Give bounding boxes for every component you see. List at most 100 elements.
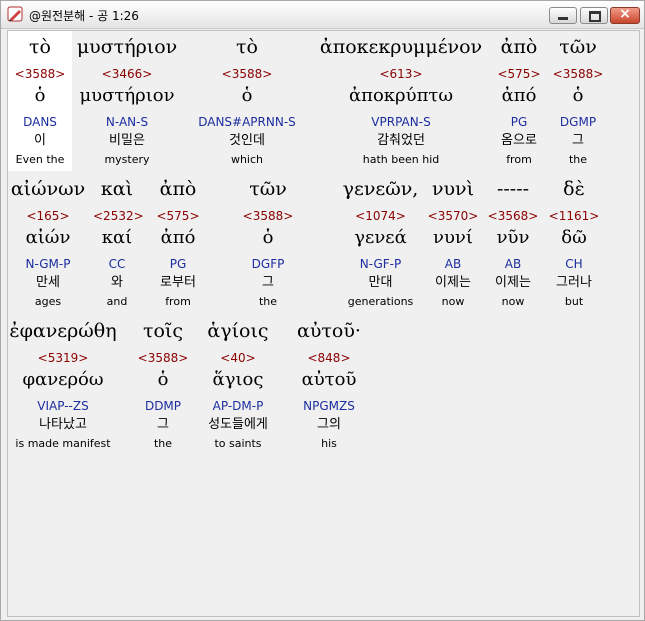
- korean-gloss: 감춰었던: [377, 133, 425, 148]
- strong-number: <848>: [307, 351, 351, 365]
- english-gloss: from: [506, 153, 532, 166]
- word-cell[interactable]: ----- <3568> νῦν AB 이제는 now: [478, 177, 548, 313]
- english-gloss: now: [501, 295, 525, 308]
- greek-word: αὐτοῦ·: [297, 320, 361, 342]
- lemma: φανερόω: [22, 369, 104, 390]
- word-cell[interactable]: τὸ <3588> ὁ DANS#APRNN-S 것인데 which: [188, 35, 306, 171]
- lemma: ἀπό: [501, 85, 537, 106]
- strong-number: <575>: [156, 209, 200, 223]
- word-cell[interactable]: αἰώνων <165> αἰών N-GM-P 만세 ages: [8, 177, 88, 313]
- word-cell[interactable]: τῶν <3588> ὁ DGMP 그 the: [548, 35, 608, 171]
- greek-word: ἀποκεκρυμμένον: [319, 36, 483, 58]
- strong-number: <575>: [497, 67, 541, 81]
- english-gloss: but: [564, 295, 584, 308]
- greek-word: ἀπὸ: [159, 178, 197, 200]
- greek-word: μυστήριον: [76, 36, 178, 58]
- english-gloss: Even the: [15, 153, 65, 166]
- word-cell[interactable]: ἀπὸ <575> ἀπό PG 로부터 from: [148, 177, 208, 313]
- parsing-code: DGMP: [559, 115, 597, 129]
- english-gloss: and: [106, 295, 128, 308]
- korean-gloss: 그: [157, 417, 169, 432]
- word-cell[interactable]: ἐφανερώθη <5319> φανερόω VIAP--ZS 나타났고 is mad…: [8, 319, 118, 455]
- english-gloss: the: [153, 437, 173, 450]
- close-icon: ×: [619, 6, 631, 22]
- english-gloss: hath been hid: [362, 153, 440, 166]
- parsing-code: NPGMZS: [303, 399, 355, 413]
- lemma: ὁ: [262, 227, 274, 248]
- korean-gloss: 나타났고: [39, 417, 87, 432]
- greek-word: τῶν: [559, 36, 597, 58]
- maximize-button[interactable]: [580, 7, 608, 24]
- greek-word: -----: [496, 178, 530, 200]
- parsing-code: VIAP--ZS: [37, 399, 89, 413]
- greek-word: ἁγίοις: [207, 320, 269, 342]
- parsing-code: CH: [565, 257, 583, 271]
- lemma: ὁ: [241, 85, 253, 106]
- greek-word: αἰώνων: [10, 178, 86, 200]
- korean-gloss: 이: [34, 133, 46, 148]
- english-gloss: to saints: [214, 437, 262, 450]
- english-gloss: which: [230, 153, 264, 166]
- word-cell[interactable]: ἁγίοις <40> ἅγιος AP-DM-P 성도들에게 to saints: [188, 319, 288, 455]
- title-bar[interactable]: @원전분해 - 공 1:26 ×: [1, 1, 644, 29]
- lemma: ὁ: [572, 85, 584, 106]
- lemma: ἅγιος: [212, 369, 264, 390]
- greek-word: τοῖς: [142, 320, 184, 342]
- korean-gloss: 비밀은: [109, 133, 145, 148]
- parsing-code: AB: [504, 257, 522, 271]
- english-gloss: from: [165, 295, 191, 308]
- greek-word: τὸ: [29, 36, 51, 58]
- strong-number: <613>: [379, 67, 423, 81]
- parsing-code: DGFP: [251, 257, 285, 271]
- lemma: αὐτοῦ: [301, 369, 357, 390]
- pencil-icon: [7, 6, 23, 22]
- strong-number: <3588>: [552, 67, 604, 81]
- strong-number: <3466>: [101, 67, 153, 81]
- greek-word: τῶν: [249, 178, 287, 200]
- close-button[interactable]: ×: [610, 6, 640, 24]
- lemma: ἀποκρύπτω: [348, 85, 454, 106]
- english-gloss: ages: [34, 295, 62, 308]
- strong-number: <3588>: [221, 67, 273, 81]
- strong-number: <3588>: [137, 351, 189, 365]
- strong-number: <1161>: [548, 209, 600, 223]
- parsing-code: DANS: [23, 115, 57, 129]
- minimize-button[interactable]: [549, 7, 577, 24]
- greek-word: ἀπὸ: [500, 36, 538, 58]
- maximize-icon: [589, 11, 601, 22]
- korean-gloss: 그의: [317, 417, 341, 432]
- parsing-code: N-GM-P: [25, 257, 71, 271]
- strong-number: <3588>: [242, 209, 294, 223]
- english-gloss: his: [321, 437, 337, 450]
- parsing-code: DANS#APRNN-S: [198, 115, 296, 129]
- lemma: ὁ: [157, 369, 169, 390]
- parsing-code: AP-DM-P: [212, 399, 264, 413]
- word-cell[interactable]: τοῖς <3588> ὁ DDMP 그 the: [133, 319, 193, 455]
- word-cell[interactable]: ἀποκεκρυμμένον <613> ἀποκρύπτω VPRPAN-S 감춰었던…: [306, 35, 496, 171]
- word-cell[interactable]: μυστήριον <3466> μυστήριον N-AN-S 비밀은 mystery: [72, 35, 182, 171]
- strong-number: <3568>: [487, 209, 539, 223]
- word-cell[interactable]: αὐτοῦ· <848> αὐτοῦ NPGMZS 그의 his: [283, 319, 375, 455]
- word-cell[interactable]: ἀπὸ <575> ἀπό PG 옴으로 from: [496, 35, 542, 171]
- english-gloss: the: [568, 153, 588, 166]
- greek-word: τὸ: [236, 36, 258, 58]
- strong-number: <40>: [220, 351, 256, 365]
- word-cell[interactable]: δὲ <1161> δῶ CH 그러나 but: [543, 177, 605, 313]
- word-cell[interactable]: καὶ <2532> καί CC 와 and: [93, 177, 144, 313]
- greek-word: καὶ: [100, 178, 134, 200]
- lemma: νῦν: [496, 227, 530, 248]
- korean-gloss: 만세: [36, 275, 60, 290]
- word-cell[interactable]: τῶν <3588> ὁ DGFP 그 the: [223, 177, 313, 313]
- greek-word: ἐφανερώθη: [9, 320, 117, 342]
- korean-gloss: 그: [262, 275, 274, 290]
- strong-number: <3588>: [14, 67, 66, 81]
- strong-number: <5319>: [37, 351, 89, 365]
- lemma: δῶ: [561, 227, 587, 248]
- interlinear-view: τὸ <3588> ὁ DANS 이 Even the μυστήριον <3466> μυσ…: [7, 30, 640, 617]
- greek-word: δὲ: [563, 178, 585, 200]
- word-cell[interactable]: τὸ <3588> ὁ DANS 이 Even the: [8, 35, 72, 171]
- korean-gloss: 성도들에게: [208, 417, 268, 432]
- window-title: @원전분해 - 공 1:26: [29, 9, 139, 23]
- lemma: ἀπό: [160, 227, 196, 248]
- app-window: @원전분해 - 공 1:26 × τὸ <3588> ὁ DANS 이 Even the μ…: [0, 0, 645, 621]
